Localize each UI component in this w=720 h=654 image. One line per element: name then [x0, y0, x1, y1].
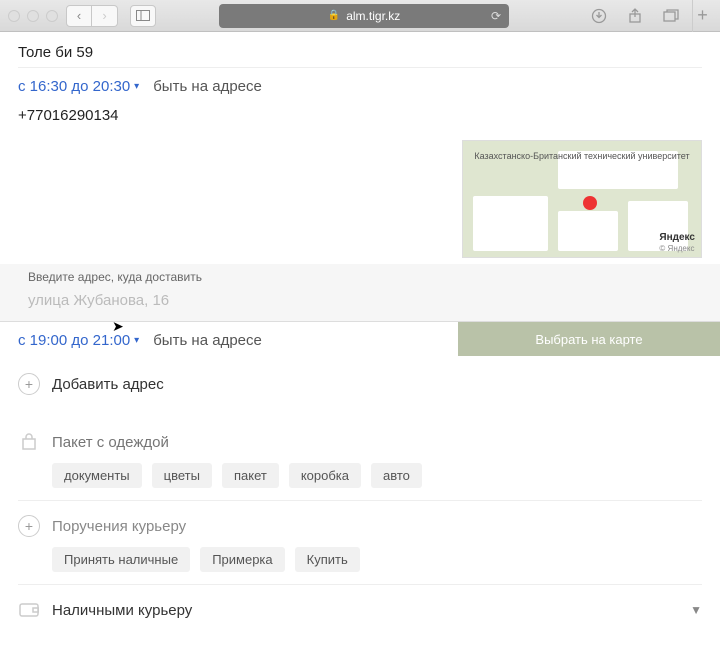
chip-flowers[interactable]: цветы [152, 463, 212, 488]
chevron-down-icon: ▾ [134, 81, 139, 92]
chip-auto[interactable]: авто [371, 463, 422, 488]
tasks-title: Поручения курьеру [52, 518, 186, 535]
task-chips: Принять наличные Примерка Купить [18, 537, 702, 576]
window-controls [8, 10, 58, 22]
zoom-window[interactable] [46, 10, 58, 22]
browser-titlebar: ‹ › 🔒 alm.tigr.kz ⟳ + [0, 0, 720, 32]
chip-bag[interactable]: пакет [222, 463, 279, 488]
downloads-icon[interactable] [586, 5, 612, 27]
chip-documents[interactable]: документы [52, 463, 142, 488]
delivery-time-row: с 19:00 до 21:00 ▾ быть на адресе Выбрат… [18, 322, 702, 359]
contact-phone[interactable]: +77016290134 [18, 101, 702, 134]
delivery-address-row [0, 286, 720, 322]
sidebar-toggle[interactable] [130, 5, 156, 27]
payment-label: Наличными курьеру [52, 602, 678, 619]
reload-icon[interactable]: ⟳ [491, 9, 501, 23]
tabs-icon[interactable] [658, 5, 684, 27]
package-section: документы цветы пакет коробка авто [18, 403, 702, 501]
package-input[interactable] [52, 434, 702, 451]
tasks-section: + Поручения курьеру Принять наличные При… [18, 501, 702, 585]
address-bar[interactable]: 🔒 alm.tigr.kz ⟳ [219, 4, 509, 28]
chevron-down-icon: ▾ [134, 335, 139, 346]
pickup-time-select[interactable]: с 16:30 до 20:30 ▾ [18, 78, 139, 95]
delivery-time-note: быть на адресе [153, 332, 262, 349]
minimize-window[interactable] [27, 10, 39, 22]
map-attribution: Яндекс © Яндекс [659, 232, 695, 254]
url-text: alm.tigr.kz [346, 9, 400, 23]
map-poi-label: Казахстанско-Британский технический унив… [463, 151, 701, 161]
delivery-time-select[interactable]: с 19:00 до 21:00 ▾ [18, 332, 139, 349]
nav-back-forward: ‹ › [66, 5, 118, 27]
map-pin-icon [583, 196, 597, 210]
select-on-map-button[interactable]: Выбрать на карте [458, 322, 720, 356]
pickup-address[interactable]: Толе би 59 [18, 32, 702, 68]
delivery-address-label: Введите адрес, куда доставить [0, 264, 720, 286]
wallet-icon [18, 599, 40, 621]
add-address-section: + Добавить адрес [18, 359, 702, 403]
package-chips: документы цветы пакет коробка авто [18, 453, 702, 492]
delivery-address-input[interactable] [28, 288, 692, 313]
share-icon[interactable] [622, 5, 648, 27]
chip-cash[interactable]: Принять наличные [52, 547, 190, 572]
payment-row[interactable]: Наличными курьеру ▼ [18, 585, 702, 635]
back-button[interactable]: ‹ [66, 5, 92, 27]
add-address-label: Добавить адрес [52, 376, 164, 393]
pickup-time-note: быть на адресе [153, 78, 262, 95]
pickup-time-text: с 16:30 до 20:30 [18, 78, 130, 95]
chip-fitting[interactable]: Примерка [200, 547, 284, 572]
forward-button[interactable]: › [92, 5, 118, 27]
add-task-button[interactable]: + [18, 515, 40, 537]
page-content: Толе би 59 с 16:30 до 20:30 ▾ быть на ад… [0, 32, 720, 654]
lock-icon: 🔒 [328, 10, 340, 21]
bag-icon [18, 431, 40, 453]
chip-buy[interactable]: Купить [295, 547, 360, 572]
chip-box[interactable]: коробка [289, 463, 361, 488]
map-preview[interactable]: Казахстанско-Британский технический унив… [462, 140, 702, 258]
pickup-time-row: с 16:30 до 20:30 ▾ быть на адресе [18, 68, 702, 101]
close-window[interactable] [8, 10, 20, 22]
add-address-button[interactable]: + [18, 373, 40, 395]
delivery-time-text: с 19:00 до 21:00 [18, 332, 130, 349]
chevron-down-icon: ▼ [690, 603, 702, 617]
new-tab-button[interactable]: + [692, 0, 712, 32]
toolbar-right [586, 5, 684, 27]
